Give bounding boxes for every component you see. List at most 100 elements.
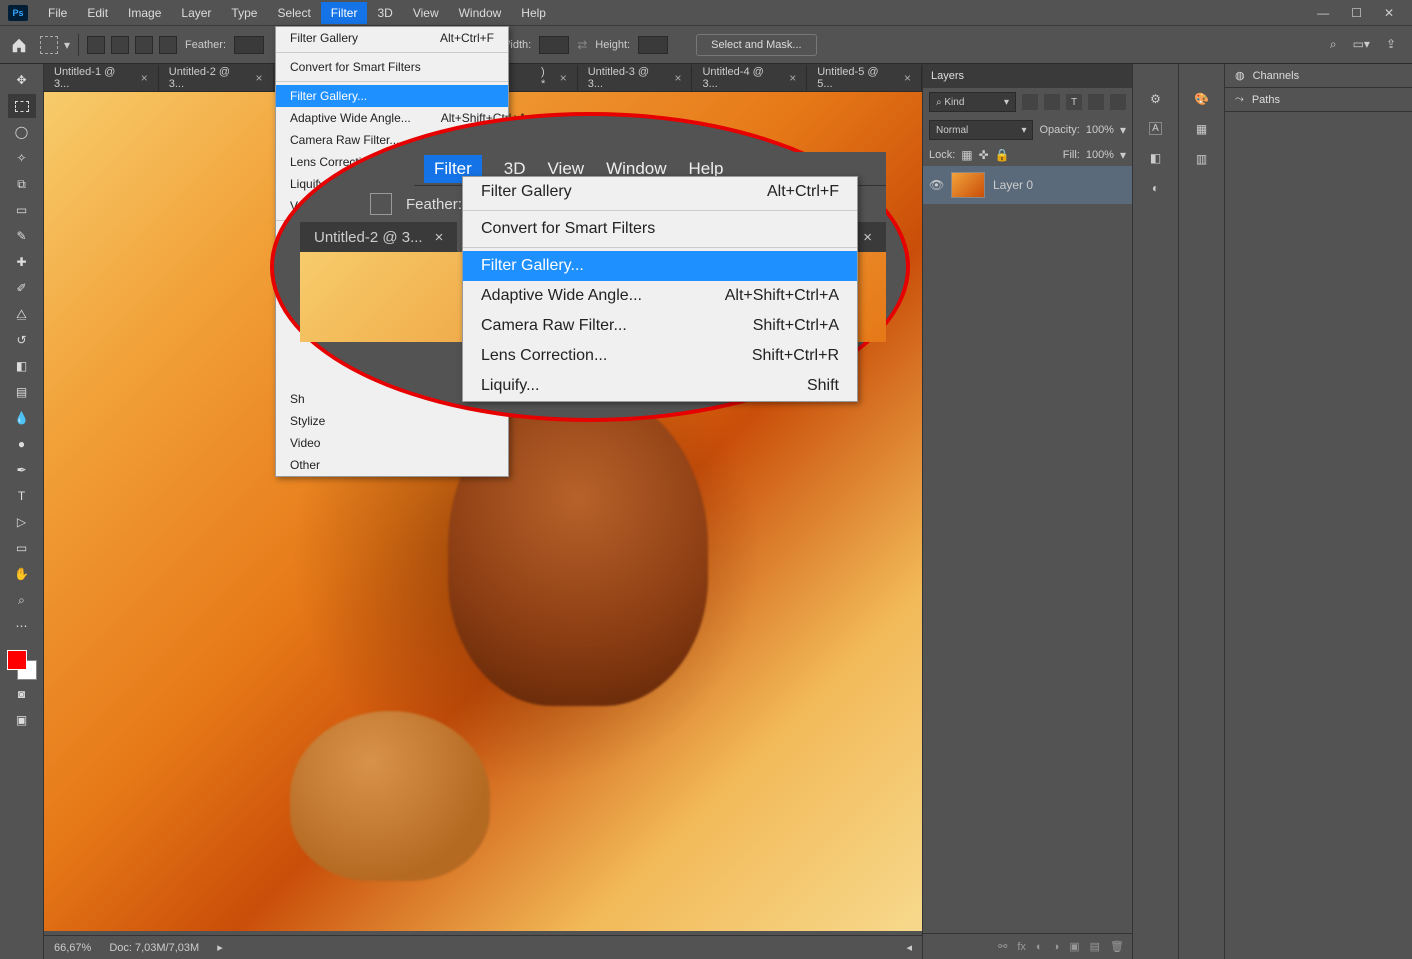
properties-icon[interactable]: ◐ [1152, 181, 1159, 195]
foreground-color[interactable] [7, 650, 27, 670]
zoom-item-lens-correction[interactable]: Lens Correction...Shift+Ctrl+R [463, 341, 857, 371]
menu-layer[interactable]: Layer [171, 2, 221, 24]
blur-tool-icon[interactable]: 💧 [8, 406, 36, 430]
close-icon[interactable]: × [863, 229, 872, 246]
crop-tool-icon[interactable]: ⧉ [8, 172, 36, 196]
menu-file[interactable]: File [38, 2, 77, 24]
tab-untitled-1[interactable]: Untitled-1 @ 3...× [44, 65, 159, 91]
opacity-value[interactable]: 100% [1086, 124, 1114, 136]
zoom-item-liquify[interactable]: Liquify...Shift [463, 371, 857, 401]
chevron-down-icon[interactable]: ▾ [64, 38, 70, 52]
tab-hidden-marker[interactable]: ) *× [531, 65, 578, 91]
path-select-icon[interactable]: ▷ [8, 510, 36, 534]
styles-icon[interactable]: ◧ [1150, 151, 1161, 165]
history-brush-icon[interactable]: ↺ [8, 328, 36, 352]
hand-tool-icon[interactable]: ✋ [8, 562, 36, 586]
menu-select[interactable]: Select [267, 2, 320, 24]
menu-item-filter-gallery[interactable]: Filter Gallery... [276, 85, 508, 107]
menu-item-stylize[interactable]: Stylize [276, 410, 508, 432]
color-swatch[interactable] [7, 650, 37, 680]
close-icon[interactable]: ✕ [1384, 6, 1394, 20]
screen-mode-icon[interactable]: ▣ [8, 708, 36, 732]
filter-pixel-icon[interactable] [1022, 94, 1038, 110]
edit-toolbar-icon[interactable]: ⋯ [8, 614, 36, 638]
zoom-item-adaptive-wide[interactable]: Adaptive Wide Angle...Alt+Shift+Ctrl+A [463, 281, 857, 311]
filter-type-icon[interactable]: T [1066, 94, 1082, 110]
menu-view[interactable]: View [403, 2, 449, 24]
new-layer-icon[interactable]: ▤ [1090, 940, 1100, 953]
close-icon[interactable]: × [560, 71, 567, 85]
filter-adjust-icon[interactable] [1044, 94, 1060, 110]
subtract-selection-icon[interactable] [135, 36, 153, 54]
marquee-tool-icon[interactable] [8, 94, 36, 118]
paths-tab[interactable]: ⤳ Paths [1225, 88, 1412, 112]
close-icon[interactable]: × [789, 71, 796, 85]
zoom-tool-icon[interactable]: ⌕ [8, 588, 36, 612]
eraser-tool-icon[interactable]: ◧ [8, 354, 36, 378]
layer-item[interactable]: 👁 Layer 0 [923, 166, 1132, 204]
lock-position-icon[interactable]: ✜ [979, 148, 989, 162]
visibility-icon[interactable]: 👁 [929, 178, 943, 192]
workspace-icon[interactable]: ▭▾ [1353, 37, 1370, 52]
doc-size[interactable]: Doc: 7,03M/7,03M [109, 942, 199, 954]
link-layers-icon[interactable]: ⚯ [998, 940, 1007, 953]
shape-tool-icon[interactable]: ▭ [8, 536, 36, 560]
dodge-tool-icon[interactable]: ● [8, 432, 36, 456]
lock-all-icon[interactable]: 🔒 [995, 148, 1010, 162]
share-icon[interactable]: ⇪ [1386, 37, 1396, 52]
menu-item-other[interactable]: Other [276, 454, 508, 476]
layer-fx-icon[interactable]: fx [1017, 941, 1026, 953]
close-icon[interactable]: × [435, 229, 444, 246]
tab-untitled-3[interactable]: Untitled-3 @ 3...× [578, 65, 693, 91]
adjustments-icon[interactable]: ⚙ [1150, 92, 1161, 106]
menu-image[interactable]: Image [118, 2, 171, 24]
menu-window[interactable]: Window [449, 2, 512, 24]
magic-wand-icon[interactable]: ✧ [8, 146, 36, 170]
brush-tool-icon[interactable]: ✐ [8, 276, 36, 300]
layers-panel-header[interactable]: Layers [923, 64, 1132, 88]
feather-input[interactable] [234, 36, 264, 54]
close-icon[interactable]: × [141, 71, 148, 85]
close-icon[interactable]: × [255, 71, 262, 85]
frame-tool-icon[interactable]: ▭ [8, 198, 36, 222]
menu-help[interactable]: Help [511, 2, 556, 24]
pen-tool-icon[interactable]: ✒ [8, 458, 36, 482]
color-icon[interactable]: 🎨 [1194, 92, 1209, 106]
glyphs-icon[interactable]: A [1149, 122, 1162, 135]
filter-smart-icon[interactable] [1110, 94, 1126, 110]
eyedropper-icon[interactable]: ✎ [8, 224, 36, 248]
tab-untitled-5[interactable]: Untitled-5 @ 5...× [807, 65, 922, 91]
maximize-icon[interactable]: ☐ [1351, 6, 1362, 20]
menu-3d[interactable]: 3D [367, 2, 402, 24]
tab-untitled-2[interactable]: Untitled-2 @ 3...× [159, 65, 274, 91]
clone-stamp-icon[interactable]: ⧋ [8, 302, 36, 326]
menu-item-convert-smart[interactable]: Convert for Smart Filters [276, 56, 508, 78]
group-icon[interactable]: ▣ [1069, 940, 1079, 953]
search-icon[interactable]: ⌕ [1330, 37, 1337, 52]
zoom-item-filter-gallery[interactable]: Filter Gallery... [463, 251, 857, 281]
zoom-item-camera-raw[interactable]: Camera Raw Filter...Shift+Ctrl+A [463, 311, 857, 341]
move-tool-icon[interactable]: ✥ [8, 68, 36, 92]
layer-thumbnail[interactable] [951, 172, 985, 198]
swap-icon[interactable]: ⇄ [577, 38, 587, 52]
zoom-intersect-icon[interactable] [370, 193, 392, 215]
menu-item-last-filter[interactable]: Filter GalleryAlt+Ctrl+F [276, 27, 508, 49]
height-input[interactable] [638, 36, 668, 54]
blend-mode-select[interactable]: Normal▾ [929, 120, 1033, 140]
quick-mask-icon[interactable]: ◙ [8, 682, 36, 706]
dashed-rect-icon[interactable] [40, 36, 58, 54]
menu-filter[interactable]: Filter [321, 2, 368, 24]
adjustment-layer-icon[interactable]: ◑ [1053, 941, 1060, 953]
menu-edit[interactable]: Edit [77, 2, 118, 24]
close-icon[interactable]: × [904, 71, 911, 85]
layer-kind-filter[interactable]: ⌕ Kind▾ [929, 92, 1016, 112]
zoom-level[interactable]: 66,67% [54, 942, 91, 954]
home-icon[interactable] [6, 32, 32, 58]
gradient-tool-icon[interactable]: ▤ [8, 380, 36, 404]
layer-name[interactable]: Layer 0 [993, 178, 1033, 192]
width-input[interactable] [539, 36, 569, 54]
filter-shape-icon[interactable] [1088, 94, 1104, 110]
type-tool-icon[interactable]: T [8, 484, 36, 508]
new-selection-icon[interactable] [87, 36, 105, 54]
close-icon[interactable]: × [674, 71, 681, 85]
